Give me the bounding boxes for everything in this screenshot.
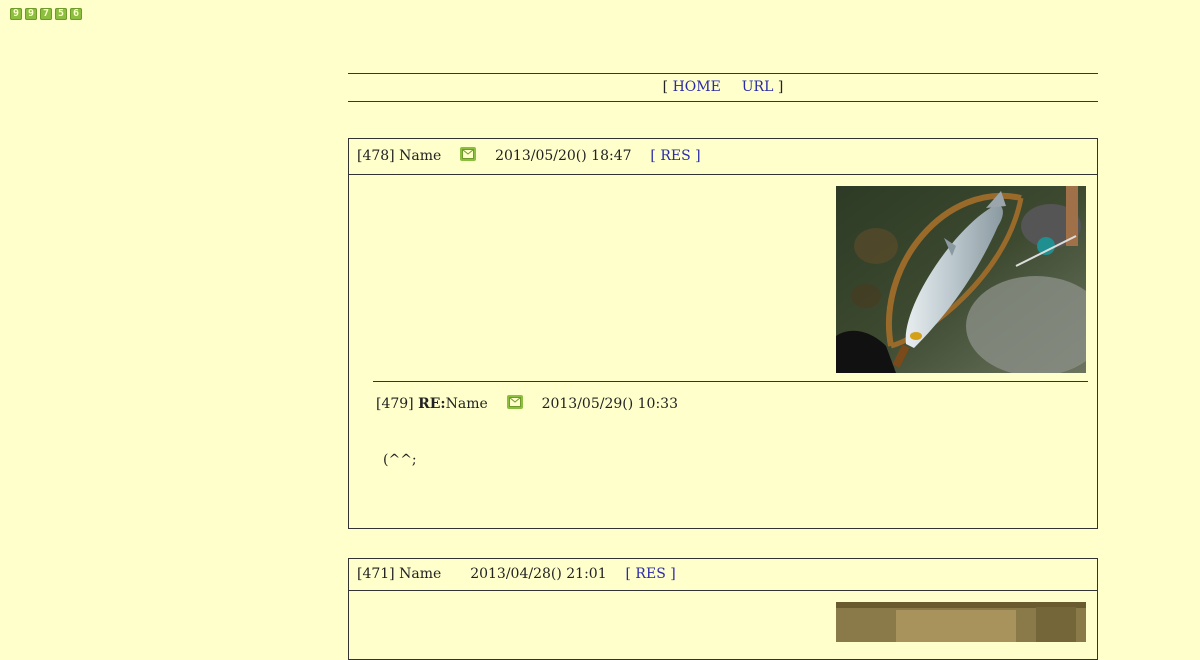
reply-number: [479] bbox=[376, 396, 414, 412]
top-navigation: [ HOME URL ] bbox=[348, 73, 1098, 102]
reply-date: 2013/05/29() 10:33 bbox=[541, 396, 678, 412]
nav-bracket-close: ] bbox=[777, 79, 784, 95]
reply: [479] RE:Name 2013/05/29() 10:33 (^^; bbox=[373, 381, 1088, 468]
counter-digit: 9 bbox=[10, 8, 22, 20]
post: [471] Name 2013/04/28() 21:01 [ RES ] bbox=[348, 558, 1098, 660]
post-author: Name bbox=[399, 566, 442, 582]
counter-digit: 6 bbox=[70, 8, 82, 20]
post-photo[interactable] bbox=[836, 602, 1086, 642]
nav-bracket-open: [ bbox=[662, 79, 669, 95]
home-link[interactable]: HOME bbox=[673, 79, 721, 95]
res-link[interactable]: [ RES ] bbox=[626, 566, 676, 582]
url-link[interactable]: URL bbox=[742, 79, 774, 95]
mail-icon[interactable] bbox=[506, 395, 523, 409]
reply-text: (^^; bbox=[383, 452, 417, 468]
post-header: [471] Name 2013/04/28() 21:01 [ RES ] bbox=[349, 559, 1097, 591]
counter-digit: 9 bbox=[25, 8, 37, 20]
res-link[interactable]: [ RES ] bbox=[650, 148, 700, 164]
post-date: 2013/05/20() 18:47 bbox=[495, 148, 632, 164]
post-photo[interactable] bbox=[836, 186, 1086, 373]
post: [478] Name 2013/05/20() 18:47 [ RES ] [4… bbox=[348, 138, 1098, 529]
post-date: 2013/04/28() 21:01 bbox=[470, 566, 607, 582]
mail-icon[interactable] bbox=[460, 147, 477, 161]
reply-header: [479] RE:Name 2013/05/29() 10:33 bbox=[373, 382, 1088, 412]
post-number: [478] bbox=[357, 148, 395, 164]
counter-digit: 5 bbox=[55, 8, 67, 20]
post-number: [471] bbox=[357, 566, 395, 582]
visitor-counter: 9 9 7 5 6 bbox=[10, 8, 82, 20]
post-author: Name bbox=[399, 148, 442, 164]
reply-prefix: RE: bbox=[418, 396, 446, 412]
reply-author: Name bbox=[445, 396, 488, 412]
counter-digit: 7 bbox=[40, 8, 52, 20]
post-header: [478] Name 2013/05/20() 18:47 [ RES ] bbox=[349, 139, 1097, 175]
